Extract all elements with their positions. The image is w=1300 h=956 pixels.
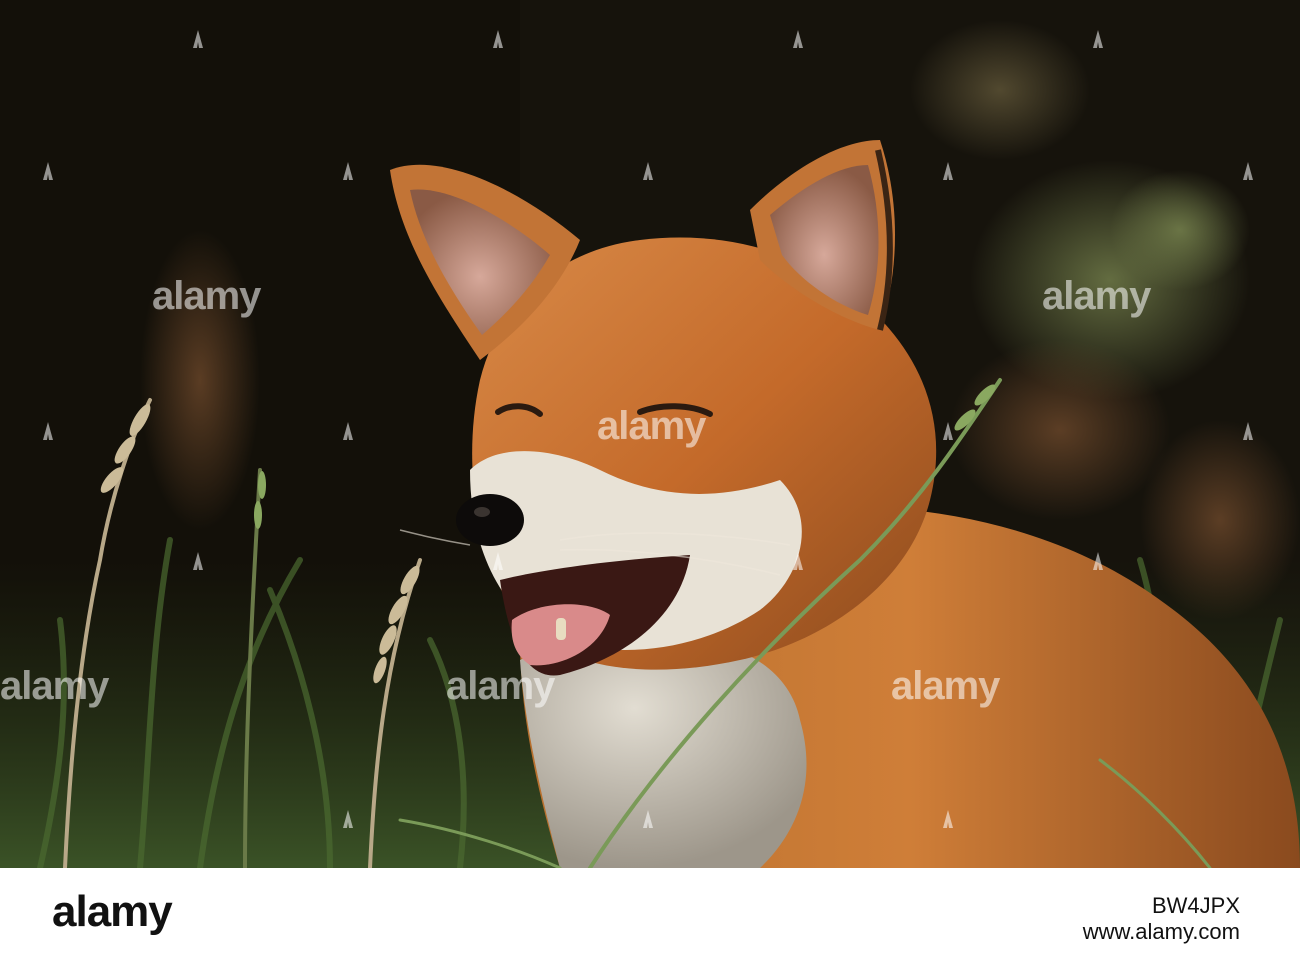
watermark-text: alamy <box>152 274 261 318</box>
watermark-mark-icon <box>642 160 654 182</box>
watermark-text: alamy <box>891 664 1000 708</box>
watermark-text: alamy <box>0 664 109 708</box>
watermark-mark-icon <box>792 28 804 50</box>
watermark-text: alamy <box>446 664 555 708</box>
watermark-text: alamy <box>597 404 706 448</box>
image-id: BW4JPX <box>1151 893 1240 918</box>
watermark-mark-icon <box>942 160 954 182</box>
watermark-mark-icon <box>1242 160 1254 182</box>
watermark-text: alamy <box>1042 274 1151 318</box>
watermark-mark-icon <box>942 420 954 442</box>
fox-photo: alamy alamy alamy alamy alamy alamy <box>0 0 1300 868</box>
site-url[interactable]: www.alamy.com <box>1083 919 1240 944</box>
footer-bar: alamy BW4JPX www.alamy.com <box>0 868 1300 956</box>
watermark-mark-icon <box>192 550 204 572</box>
watermark-mark-icon <box>192 28 204 50</box>
watermark-mark-icon <box>492 28 504 50</box>
alamy-logo[interactable]: alamy <box>52 890 173 934</box>
watermark-mark-icon <box>1092 28 1104 50</box>
watermark-mark-icon <box>42 420 54 442</box>
watermark-mark-icon <box>42 160 54 182</box>
watermark-mark-icon <box>792 550 804 572</box>
watermark-mark-icon <box>492 550 504 572</box>
watermark-mark-icon <box>1092 550 1104 572</box>
watermark-mark-icon <box>342 160 354 182</box>
watermark-mark-icon <box>342 420 354 442</box>
stock-photo-page: alamy alamy alamy alamy alamy alamy alam… <box>0 0 1300 956</box>
watermark-mark-icon <box>942 808 954 830</box>
watermark-mark-icon <box>642 808 654 830</box>
watermark-mark-icon <box>1242 420 1254 442</box>
watermark-mark-icon <box>342 808 354 830</box>
